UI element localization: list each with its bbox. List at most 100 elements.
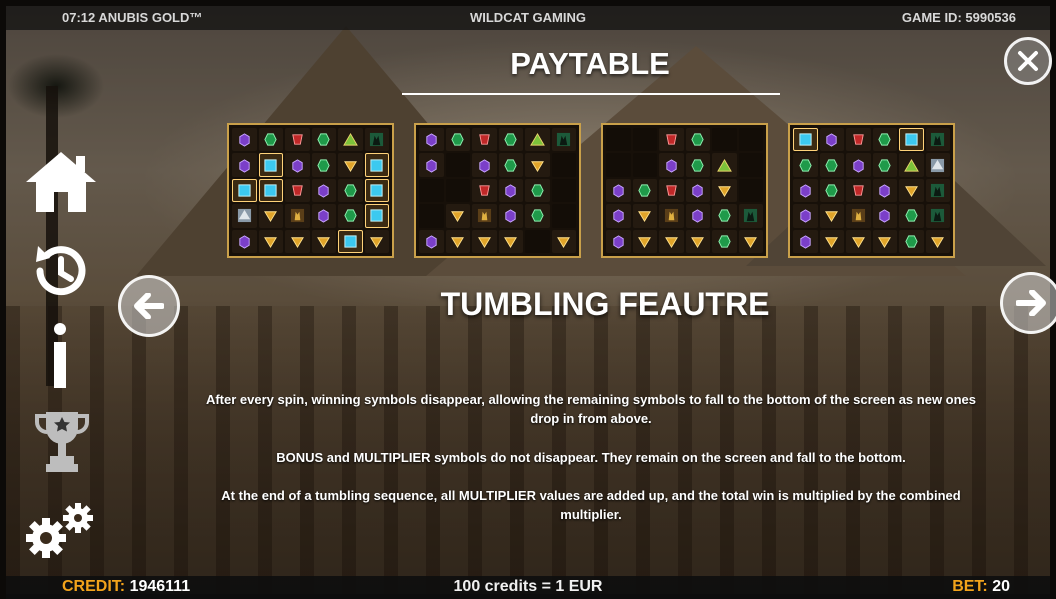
red-symbol — [846, 128, 871, 152]
green-symbol — [872, 153, 897, 177]
gold-symbol — [738, 229, 763, 253]
home-button[interactable] — [24, 150, 98, 214]
empty-cell — [632, 153, 657, 177]
empty-cell — [445, 178, 470, 203]
green-symbol — [498, 153, 523, 177]
title-divider — [402, 93, 780, 95]
purple-symbol — [793, 229, 818, 253]
pyramid-symbol — [525, 128, 550, 152]
bet-label: BET: — [952, 578, 988, 595]
purple-symbol — [606, 229, 631, 253]
jackal-symbol — [925, 178, 950, 203]
green-symbol — [445, 128, 470, 152]
purple-symbol — [819, 128, 844, 152]
jackal-symbol — [551, 128, 576, 152]
purple-symbol — [606, 178, 631, 203]
empty-cell — [712, 128, 737, 152]
red-symbol — [659, 178, 684, 203]
red-symbol — [472, 178, 497, 203]
green-symbol — [872, 128, 897, 152]
scatter-symbol — [472, 204, 497, 228]
green-symbol — [685, 153, 710, 177]
purple-symbol — [285, 153, 310, 177]
tumble-example-grid-3 — [601, 123, 768, 258]
purple-symbol — [498, 204, 523, 228]
green-symbol — [712, 204, 737, 228]
empty-cell — [738, 178, 763, 203]
purple-symbol — [659, 153, 684, 177]
purple-symbol — [793, 204, 818, 228]
arrow-left-icon — [134, 293, 164, 319]
purple-symbol — [685, 204, 710, 228]
jackal-symbol — [925, 128, 950, 152]
gold-symbol — [659, 229, 684, 253]
purple-symbol — [419, 128, 444, 152]
gold-symbol — [258, 204, 283, 228]
gold-symbol — [364, 229, 389, 253]
green-symbol — [819, 178, 844, 203]
diamond-symbol — [338, 229, 363, 253]
empty-cell — [551, 153, 576, 177]
gold-symbol — [899, 178, 924, 203]
next-page-button[interactable] — [1000, 272, 1056, 334]
red-symbol — [285, 128, 310, 152]
green-symbol — [632, 178, 657, 203]
purple-symbol — [232, 229, 257, 253]
pyramid-symbol — [338, 128, 363, 152]
arrow-right-icon — [1016, 290, 1046, 316]
home-icon — [26, 152, 96, 212]
green-symbol — [819, 153, 844, 177]
diamond-symbol — [232, 178, 257, 203]
gold-symbol — [338, 153, 363, 177]
settings-button[interactable] — [24, 500, 100, 560]
red-symbol — [659, 128, 684, 152]
gold-symbol — [632, 229, 657, 253]
close-icon — [1018, 51, 1038, 71]
diamond-symbol — [364, 153, 389, 177]
purple-symbol — [419, 153, 444, 177]
scatter-symbol — [285, 204, 310, 228]
section-heading: TUMBLING FEAUTRE — [440, 286, 770, 322]
green-symbol — [899, 229, 924, 253]
green-symbol — [525, 204, 550, 228]
green-symbol — [899, 204, 924, 228]
history-button[interactable] — [28, 238, 94, 304]
rule-paragraph-3: At the end of a tumbling sequence, all M… — [221, 488, 961, 522]
pyramid-symbol — [712, 153, 737, 177]
previous-page-button[interactable] — [118, 275, 180, 337]
red-symbol — [285, 178, 310, 203]
info-button[interactable] — [48, 322, 72, 390]
gold-symbol — [525, 153, 550, 177]
credit-rate: 100 credits = 1 EUR — [453, 578, 603, 595]
history-icon — [36, 246, 86, 296]
diamond-symbol — [793, 128, 818, 152]
scatter-symbol — [659, 204, 684, 228]
purple-symbol — [793, 178, 818, 203]
gold-symbol — [925, 229, 950, 253]
gold-symbol — [311, 229, 336, 253]
empty-cell — [606, 153, 631, 177]
provider-name: WILDCAT GAMING — [469, 10, 587, 25]
bet-value: 20 — [992, 578, 1010, 595]
gold-symbol — [551, 229, 576, 253]
gold-symbol — [445, 204, 470, 228]
purple-symbol — [872, 204, 897, 228]
empty-cell — [419, 178, 444, 203]
game-id: GAME ID: 5990536 — [901, 10, 1016, 25]
diamond-symbol — [899, 128, 924, 152]
purple-symbol — [472, 153, 497, 177]
empty-cell — [738, 153, 763, 177]
empty-cell — [551, 204, 576, 228]
empty-cell — [738, 128, 763, 152]
green-symbol — [311, 153, 336, 177]
close-button[interactable] — [1004, 37, 1052, 85]
trophy-icon — [35, 412, 89, 472]
tumble-example-grid-4 — [788, 123, 955, 258]
gold-symbol — [285, 229, 310, 253]
empty-cell — [419, 204, 444, 228]
purple-symbol — [311, 204, 336, 228]
gold-symbol — [819, 204, 844, 228]
trophy-button[interactable] — [34, 408, 90, 474]
green-symbol — [498, 128, 523, 152]
purple-symbol — [419, 229, 444, 253]
